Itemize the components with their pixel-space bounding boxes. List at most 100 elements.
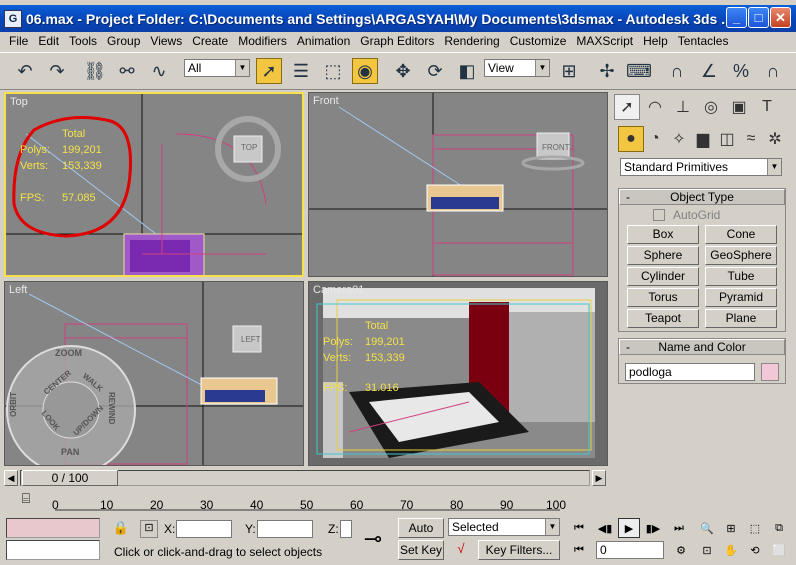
utilities-tab-icon[interactable]: T	[754, 94, 780, 120]
angle-snap-icon[interactable]: ∠	[696, 58, 722, 84]
app-icon[interactable]: G	[4, 9, 22, 28]
select-object-icon[interactable]: ➚	[256, 58, 282, 84]
pivot-center-icon[interactable]: ⊞	[556, 58, 582, 84]
menu-animation[interactable]: Animation	[292, 34, 355, 48]
wheel-zoom[interactable]: ZOOM	[55, 348, 82, 358]
space-warps-icon[interactable]: ≈	[738, 126, 764, 152]
pan-view-icon[interactable]: ✋	[720, 540, 742, 560]
title-bar[interactable]: G 06.max - Project Folder: C:\Documents …	[0, 5, 796, 32]
redo-icon[interactable]: ↷	[44, 58, 70, 84]
zoom-icon[interactable]: 🔍	[696, 518, 718, 538]
close-button[interactable]: ✕	[770, 7, 791, 28]
helpers-icon[interactable]: ◫	[714, 126, 740, 152]
lights-icon[interactable]: ✧	[666, 126, 692, 152]
cylinder-button[interactable]: Cylinder	[627, 267, 699, 286]
viewport-front[interactable]: Front FRONT	[308, 92, 608, 277]
object-color-swatch[interactable]	[761, 363, 779, 381]
systems-icon[interactable]: ✲	[762, 126, 788, 152]
time-slider-thumb[interactable]: 0 / 100	[22, 470, 118, 486]
snaps-toggle-icon[interactable]: ∩	[664, 58, 690, 84]
torus-button[interactable]: Torus	[627, 288, 699, 307]
minimize-button[interactable]: _	[726, 7, 747, 28]
menu-graph-editors[interactable]: Graph Editors	[355, 34, 439, 48]
tube-button[interactable]: Tube	[705, 267, 777, 286]
reference-coordinate-dropdown[interactable]: View ▼	[484, 59, 550, 77]
menu-modifiers[interactable]: Modifiers	[233, 34, 292, 48]
window-crossing-icon[interactable]: ◉	[352, 58, 378, 84]
menu-file[interactable]: File	[4, 34, 33, 48]
viewport-label[interactable]: Camera01	[313, 284, 364, 296]
zoom-region-icon[interactable]: ⊡	[696, 540, 718, 560]
viewcube-front[interactable]: FRONT	[542, 143, 570, 152]
viewport-top[interactable]: Top TOP Total Polys: 199,201 Verts: 153,…	[4, 92, 304, 277]
object-type-header[interactable]: - Object Type	[619, 189, 785, 205]
shapes-icon[interactable]: ◔	[642, 126, 668, 152]
menu-edit[interactable]: Edit	[33, 34, 64, 48]
modify-tab-icon[interactable]: ◠	[642, 94, 668, 120]
viewport-label[interactable]: Left	[9, 284, 27, 296]
undo-icon[interactable]: ↶	[12, 58, 38, 84]
maxscript-listener-white[interactable]	[6, 540, 100, 560]
select-and-link-icon[interactable]: ⛓	[82, 58, 108, 84]
zoom-extents-all-icon[interactable]: ⧉	[768, 518, 790, 538]
menu-customize[interactable]: Customize	[505, 34, 572, 48]
select-and-scale-icon[interactable]: ◧	[454, 58, 480, 84]
viewport-camera[interactable]: Camera01 Total Polys: 199,201 Verts: 153…	[308, 281, 608, 466]
time-configuration-icon[interactable]: ⚙	[670, 540, 692, 560]
spinner-snap-icon[interactable]: ∩	[760, 58, 786, 84]
play-icon[interactable]: ▶	[618, 518, 640, 538]
next-frame-button-icon[interactable]: ▮▶	[642, 518, 664, 538]
wheel-pan[interactable]: PAN	[61, 447, 79, 457]
category-dropdown[interactable]: Standard Primitives ▼	[620, 158, 782, 176]
viewport-left[interactable]: Left LEFT ZOOM ORBIT CENTER WALK REWIND …	[4, 281, 304, 466]
teapot-button[interactable]: Teapot	[627, 309, 699, 328]
geosphere-button[interactable]: GeoSphere	[705, 246, 777, 265]
menu-maxscript[interactable]: MAXScript	[571, 34, 638, 48]
previous-frame-icon[interactable]: ◀▮	[594, 518, 616, 538]
name-and-color-header[interactable]: - Name and Color	[619, 339, 785, 355]
key-mode-toggle-icon[interactable]: ⏮	[568, 540, 590, 560]
cameras-icon[interactable]: ▆	[690, 126, 716, 152]
set-key-button[interactable]: Set Key	[398, 540, 444, 560]
unlink-icon[interactable]: ⚯	[114, 58, 140, 84]
next-frame-icon[interactable]: ▶	[592, 470, 606, 486]
menu-create[interactable]: Create	[187, 34, 233, 48]
zoom-all-icon[interactable]: ⊞	[720, 518, 742, 538]
wheel-orbit[interactable]: ORBIT	[9, 392, 18, 417]
viewcube-left[interactable]: LEFT	[241, 335, 261, 344]
cone-button[interactable]: Cone	[705, 225, 777, 244]
viewcube-top[interactable]: TOP	[241, 143, 257, 152]
percent-snap-icon[interactable]: %	[728, 58, 754, 84]
select-by-name-icon[interactable]: ☰	[288, 58, 314, 84]
prev-frame-icon[interactable]: ◀	[4, 470, 18, 486]
z-coordinate-field[interactable]	[340, 520, 352, 538]
bind-space-warp-icon[interactable]: ∿	[146, 58, 172, 84]
menu-rendering[interactable]: Rendering	[439, 34, 504, 48]
plane-button[interactable]: Plane	[705, 309, 777, 328]
keyboard-shortcut-icon[interactable]: ⌨	[626, 58, 652, 84]
box-button[interactable]: Box	[627, 225, 699, 244]
autogrid-checkbox[interactable]	[653, 209, 665, 221]
viewport-label[interactable]: Top	[10, 96, 28, 108]
menu-tools[interactable]: Tools	[64, 34, 102, 48]
maximize-viewport-icon[interactable]: ⬜	[768, 540, 790, 560]
track-bar[interactable]: ⌸ 0 10 20 30 40 50 60 70 80 90 100	[0, 488, 612, 516]
hierarchy-tab-icon[interactable]: ⊥	[670, 94, 696, 120]
menu-help[interactable]: Help	[638, 34, 673, 48]
wheel-rewind[interactable]: REWIND	[107, 392, 116, 424]
current-frame-field[interactable]: 0	[596, 541, 664, 559]
zoom-extents-icon[interactable]: ⬚	[744, 518, 766, 538]
auto-key-button[interactable]: Auto Key	[398, 518, 444, 553]
key-filters-button[interactable]: Key Filters...	[478, 540, 560, 560]
key-icon[interactable]: ⊸	[356, 526, 390, 552]
object-name-field[interactable]: podloga	[625, 363, 755, 381]
go-to-end-icon[interactable]: ⏭	[668, 518, 690, 538]
create-tab-icon[interactable]: ➚	[614, 94, 640, 120]
sphere-button[interactable]: Sphere	[627, 246, 699, 265]
lock-selection-icon[interactable]: 🔒	[112, 520, 130, 538]
absolute-mode-icon[interactable]: ⊡	[140, 520, 158, 538]
select-and-rotate-icon[interactable]: ⟳	[422, 58, 448, 84]
selection-filter-dropdown[interactable]: All ▼	[184, 59, 250, 77]
x-coordinate-field[interactable]	[176, 520, 232, 538]
maxscript-listener-pink[interactable]	[6, 518, 100, 538]
